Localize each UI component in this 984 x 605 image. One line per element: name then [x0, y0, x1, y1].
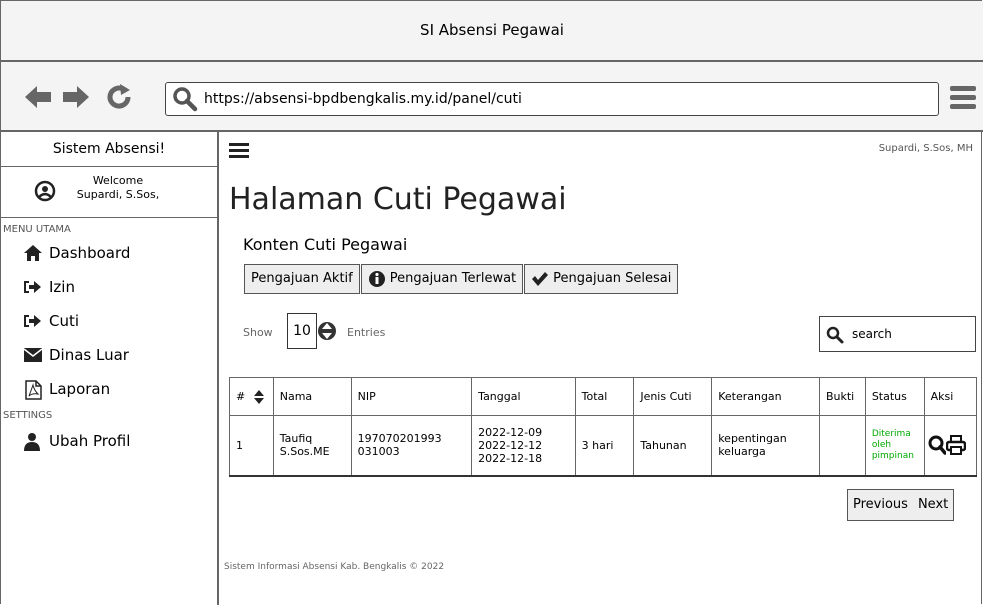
- arrow-right-icon[interactable]: [59, 80, 93, 120]
- menu-utama-section-label: MENU UTAMA: [3, 224, 71, 235]
- sidebar-item-ubah-profil[interactable]: Ubah Profil: [1, 424, 217, 458]
- column-header[interactable]: Total: [574, 377, 635, 416]
- cell-nip: 197070201993 031003: [350, 415, 473, 477]
- footer-text: Sistem Informasi Absensi Kab. Bengkalis …: [224, 562, 445, 572]
- sidebar-item-dashboard[interactable]: Dashboard: [1, 236, 217, 270]
- envelope-icon: [23, 348, 43, 362]
- status-badge: Diterima oleh pimpinan: [864, 415, 925, 477]
- entries-stepper[interactable]: 10: [287, 313, 317, 349]
- column-header-number[interactable]: #: [229, 377, 274, 416]
- page-title: Halaman Cuti Pegawai: [229, 182, 567, 217]
- tanggal-line: 2022-12-12: [478, 438, 543, 452]
- menu-toggle-icon[interactable]: [229, 143, 249, 159]
- search-placeholder: search: [852, 327, 892, 341]
- table-row: 1 Taufiq S.Sos.ME 197070201993 031003 20…: [229, 415, 978, 477]
- cell-tanggal: 2022-12-09 2022-12-12 2022-12-18: [471, 415, 576, 477]
- sidebar-item-izin[interactable]: Izin: [1, 270, 217, 304]
- cuti-table: # Nama NIP Tanggal Total Jenis Cuti Kete…: [229, 377, 978, 477]
- cell-aksi: [923, 415, 978, 477]
- tab-bar: Pengajuan Aktif Pengajuan Terlewat Penga…: [244, 264, 679, 294]
- sidebar-item-label: Dashboard: [49, 244, 131, 262]
- section-title: Konten Cuti Pegawai: [243, 235, 408, 254]
- hamburger-icon[interactable]: [950, 86, 976, 110]
- check-icon: [532, 272, 549, 286]
- search-input[interactable]: search: [819, 316, 976, 352]
- user-circle-icon: [34, 180, 56, 206]
- sidebar-item-label: Ubah Profil: [49, 432, 131, 450]
- tanggal-line: 2022-12-09: [478, 425, 543, 439]
- window-title: SI Absensi Pegawai: [1, 1, 983, 62]
- print-icon[interactable]: [945, 435, 966, 456]
- tab-label: Pengajuan Terlewat: [389, 271, 517, 286]
- sidebar-item-cuti[interactable]: Cuti: [1, 304, 217, 338]
- tab-pengajuan-selesai[interactable]: Pengajuan Selesai: [524, 264, 679, 294]
- home-icon: [24, 245, 42, 261]
- tanggal-line: 2022-12-18: [478, 451, 543, 465]
- search-icon: [826, 326, 844, 344]
- cell-no: 1: [229, 415, 274, 477]
- refresh-icon[interactable]: [104, 82, 134, 118]
- tab-label: Pengajuan Aktif: [251, 271, 353, 286]
- sidebar-item-label: Laporan: [49, 380, 111, 398]
- column-header[interactable]: Status: [864, 377, 925, 416]
- spinner-icon[interactable]: [317, 313, 337, 349]
- sidebar-item-dinas-luar[interactable]: Dinas Luar: [1, 338, 217, 372]
- show-label: Show: [243, 326, 273, 339]
- sidebar-item-label: Dinas Luar: [49, 346, 129, 364]
- view-search-icon[interactable]: [928, 435, 947, 455]
- sidebar-title: Sistem Absensi!: [1, 132, 217, 167]
- welcome-label: Welcome: [92, 174, 144, 187]
- cell-nama: Taufiq S.Sos.ME: [272, 415, 352, 477]
- sort-icon: [253, 389, 264, 404]
- browser-window: SI Absensi Pegawai https://absensi-bpdbe…: [0, 0, 983, 605]
- user-icon: [24, 433, 40, 451]
- column-header[interactable]: Bukti: [818, 377, 866, 416]
- arrow-left-icon[interactable]: [21, 80, 55, 120]
- cell-bukti: [818, 415, 866, 477]
- column-header[interactable]: NIP: [350, 377, 473, 416]
- table-header-row: # Nama NIP Tanggal Total Jenis Cuti Kete…: [229, 377, 978, 416]
- cell-keterangan: kepentingan keluarga: [711, 415, 820, 477]
- column-header[interactable]: Nama: [272, 377, 352, 416]
- tab-pengajuan-aktif[interactable]: Pengajuan Aktif: [244, 264, 360, 294]
- url-bar[interactable]: https://absensi-bpdbengkalis.my.id/panel…: [165, 82, 939, 116]
- sign-in-icon: [24, 315, 41, 327]
- sidebar-item-laporan[interactable]: Laporan: [1, 372, 217, 406]
- sidebar: Sistem Absensi! Welcome Supardi, S.Sos, …: [1, 132, 219, 605]
- search-icon: [172, 86, 198, 116]
- sidebar-item-label: Cuti: [49, 312, 80, 330]
- pagination: Previous Next: [847, 489, 955, 521]
- tab-pengajuan-terlewat[interactable]: Pengajuan Terlewat: [360, 264, 524, 294]
- info-icon: [368, 271, 385, 287]
- cell-jenis: Tahunan: [633, 415, 713, 477]
- sign-in-icon: [24, 281, 41, 293]
- entries-label: Entries: [347, 326, 386, 339]
- welcome-user: Supardi, S.Sos,: [76, 188, 160, 201]
- previous-button[interactable]: Previous: [848, 490, 913, 520]
- pdf-file-icon: [25, 380, 42, 400]
- column-header[interactable]: Jenis Cuti: [633, 377, 713, 416]
- welcome-text: Welcome Supardi, S.Sos,: [63, 174, 173, 202]
- tab-label: Pengajuan Selesai: [553, 271, 672, 286]
- column-header[interactable]: Tanggal: [471, 377, 576, 416]
- cell-total: 3 hari: [574, 415, 635, 477]
- url-text: https://absensi-bpdbengkalis.my.id/panel…: [204, 91, 522, 107]
- header-user: Supardi, S.Sos, MH: [878, 143, 973, 154]
- main-content: Supardi, S.Sos, MH Halaman Cuti Pegawai …: [219, 132, 983, 605]
- header-label: #: [236, 389, 246, 403]
- column-header[interactable]: Keterangan: [711, 377, 820, 416]
- next-button[interactable]: Next: [913, 490, 953, 520]
- welcome-panel: Welcome Supardi, S.Sos,: [1, 167, 217, 218]
- sidebar-item-label: Izin: [49, 278, 75, 296]
- column-header[interactable]: Aksi: [923, 377, 978, 416]
- settings-section-label: SETTINGS: [3, 410, 53, 421]
